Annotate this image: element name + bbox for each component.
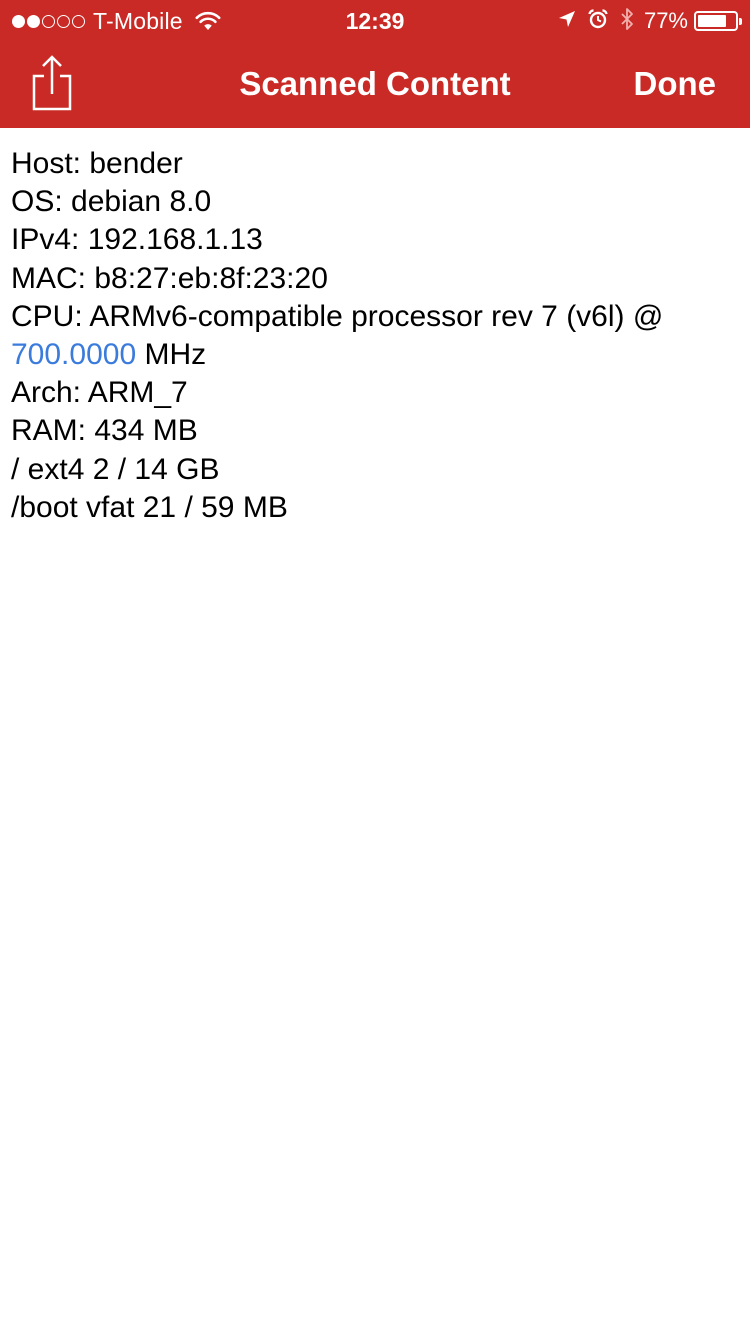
status-bar: T-Mobile 12:39 77% <box>0 0 750 40</box>
mac-line: MAC: b8:27:eb:8f:23:20 <box>11 261 328 295</box>
bluetooth-icon <box>620 7 634 36</box>
location-arrow-icon <box>558 10 576 33</box>
cpu-line: CPU: ARMv6-compatible processor rev 7 (v… <box>11 299 664 333</box>
battery-nub <box>739 18 742 25</box>
ipv4-line: IPv4: 192.168.1.13 <box>11 223 263 257</box>
host-line: Host: bender <box>11 147 183 180</box>
ram-line: RAM: 434 MB <box>11 414 198 448</box>
alarm-icon <box>588 8 608 34</box>
status-right: 77% <box>546 6 742 36</box>
battery-percent: 77% <box>643 8 688 33</box>
header: T-Mobile 12:39 77% Scanned Content Done <box>0 0 750 128</box>
root-disk-line: / ext4 2 / 14 GB <box>11 452 220 486</box>
cpu-frequency-link[interactable]: 700.0000 <box>11 338 136 371</box>
boot-disk-line: /boot vfat 21 / 59 MB <box>11 490 288 524</box>
os-line: OS: debian 8.0 <box>11 185 212 219</box>
cpu-frequency-unit: MHz <box>136 338 207 372</box>
navigation-bar: Scanned Content Done <box>0 40 750 128</box>
done-button[interactable]: Done <box>634 40 717 128</box>
cpu-frequency-line: 700.0000 MHz <box>11 336 741 374</box>
arch-line: Arch: ARM_7 <box>11 376 188 410</box>
scanned-content: Host: bender OS: debian 8.0 IPv4: 192.16… <box>11 145 741 527</box>
battery-icon <box>694 11 742 31</box>
share-icon <box>32 55 72 111</box>
share-button[interactable] <box>26 54 76 112</box>
battery-fill <box>698 15 726 27</box>
